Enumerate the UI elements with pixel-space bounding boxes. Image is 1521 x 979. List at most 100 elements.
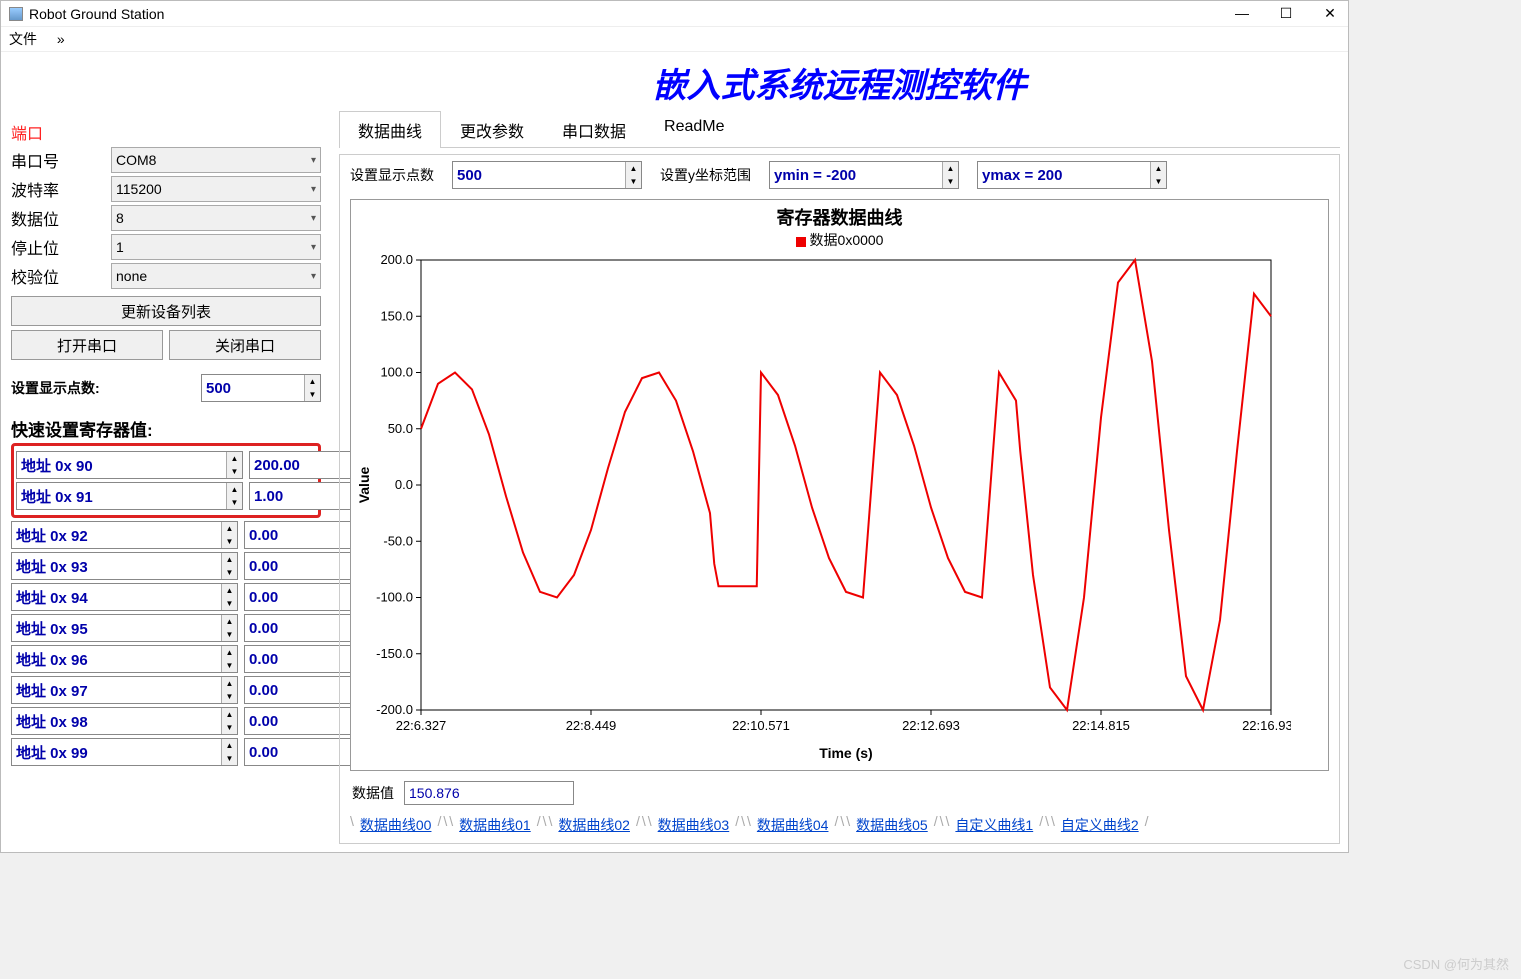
register-addr-spin[interactable]: ▲▼	[11, 676, 238, 704]
spin-up-icon[interactable]: ▲	[222, 677, 237, 690]
parity-select[interactable]: none▾	[111, 263, 321, 289]
spin-down-icon[interactable]: ▼	[222, 566, 237, 579]
spin-up-icon[interactable]: ▲	[222, 584, 237, 597]
bottom-tab-1[interactable]: 数据曲线01	[455, 813, 535, 837]
app-window: Robot Ground Station — ☐ ✕ 文件 » 端口 串口号 C…	[0, 0, 1349, 853]
register-addr-input[interactable]	[17, 452, 226, 478]
register-row: ▲▼▲▼	[11, 676, 321, 704]
open-port-button[interactable]: 打开串口	[11, 330, 163, 360]
tab-3[interactable]: ReadMe	[645, 111, 743, 148]
ymin-spin[interactable]: ▲▼	[769, 161, 959, 189]
spin-up-icon[interactable]: ▲	[222, 646, 237, 659]
register-addr-spin[interactable]: ▲▼	[11, 707, 238, 735]
tab-1[interactable]: 更改参数	[441, 111, 543, 148]
display-points-spin[interactable]: ▲▼	[201, 374, 321, 402]
window-title: Robot Ground Station	[29, 6, 164, 22]
spin-down-icon[interactable]: ▼	[222, 535, 237, 548]
plot-svg[interactable]: -200.0-150.0-100.0-50.00.050.0100.0150.0…	[351, 250, 1291, 770]
register-row: ▲▼▲▼	[16, 451, 316, 479]
spin-down-icon[interactable]: ▼	[305, 388, 320, 401]
register-row: ▲▼▲▼	[11, 738, 321, 766]
bottom-tab-6[interactable]: 自定义曲线1	[951, 813, 1037, 837]
spin-up-icon[interactable]: ▲	[227, 452, 242, 465]
close-port-button[interactable]: 关闭串口	[169, 330, 321, 360]
register-addr-input[interactable]	[17, 483, 226, 509]
tab-0[interactable]: 数据曲线	[339, 111, 441, 148]
minimize-button[interactable]: —	[1232, 5, 1252, 22]
tab-2[interactable]: 串口数据	[543, 111, 645, 148]
bottom-tab-0[interactable]: 数据曲线00	[356, 813, 436, 837]
baud-select[interactable]: 115200▾	[111, 176, 321, 202]
stopbits-select[interactable]: 1▾	[111, 234, 321, 260]
data-value-input[interactable]	[404, 781, 574, 805]
register-addr-input[interactable]	[12, 615, 221, 641]
spin-up-icon[interactable]: ▲	[943, 162, 958, 175]
bottom-tab-7[interactable]: 自定义曲线2	[1057, 813, 1143, 837]
spin-down-icon[interactable]: ▼	[626, 175, 641, 188]
register-addr-input[interactable]	[12, 553, 221, 579]
register-addr-input[interactable]	[12, 646, 221, 672]
register-addr-input[interactable]	[12, 739, 221, 765]
spin-up-icon[interactable]: ▲	[222, 522, 237, 535]
spin-down-icon[interactable]: ▼	[222, 721, 237, 734]
close-button[interactable]: ✕	[1320, 5, 1340, 22]
watermark: CSDN @何为其然	[1403, 954, 1509, 973]
bottom-tab-5[interactable]: 数据曲线05	[852, 813, 932, 837]
svg-text:200.0: 200.0	[380, 252, 413, 267]
register-addr-spin[interactable]: ▲▼	[11, 614, 238, 642]
register-row: ▲▼▲▼	[11, 645, 321, 673]
spin-down-icon[interactable]: ▼	[222, 628, 237, 641]
chevron-down-icon: ▾	[311, 242, 316, 253]
spin-up-icon[interactable]: ▲	[305, 375, 320, 388]
register-addr-spin[interactable]: ▲▼	[16, 482, 243, 510]
spin-down-icon[interactable]: ▼	[222, 690, 237, 703]
svg-text:-150.0: -150.0	[376, 646, 413, 661]
register-addr-spin[interactable]: ▲▼	[11, 521, 238, 549]
tabs-bottom: \数据曲线00/\\数据曲线01/\\数据曲线02/\\数据曲线03/\\数据曲…	[340, 811, 1339, 843]
bottom-tab-3[interactable]: 数据曲线03	[654, 813, 734, 837]
maximize-button[interactable]: ☐	[1276, 5, 1296, 22]
serial-select[interactable]: COM8▾	[111, 147, 321, 173]
spin-up-icon[interactable]: ▲	[227, 483, 242, 496]
highlighted-registers: ▲▼▲▼▲▼▲▼	[11, 443, 321, 518]
menu-file[interactable]: 文件	[9, 31, 37, 47]
register-addr-spin[interactable]: ▲▼	[11, 645, 238, 673]
menu-more[interactable]: »	[57, 31, 65, 47]
spin-down-icon[interactable]: ▼	[222, 597, 237, 610]
page-title: 嵌入式系统远程测控软件	[339, 58, 1340, 107]
spin-up-icon[interactable]: ▲	[222, 615, 237, 628]
register-addr-spin[interactable]: ▲▼	[11, 583, 238, 611]
ymax-spin[interactable]: ▲▼	[977, 161, 1167, 189]
register-addr-spin[interactable]: ▲▼	[11, 738, 238, 766]
spin-down-icon[interactable]: ▼	[222, 659, 237, 672]
svg-text:50.0: 50.0	[388, 421, 413, 436]
spin-down-icon[interactable]: ▼	[943, 175, 958, 188]
display-points-input[interactable]	[202, 375, 304, 401]
register-row: ▲▼▲▼	[16, 482, 316, 510]
spin-down-icon[interactable]: ▼	[222, 752, 237, 765]
spin-up-icon[interactable]: ▲	[222, 708, 237, 721]
register-addr-input[interactable]	[12, 584, 221, 610]
register-addr-input[interactable]	[12, 677, 221, 703]
spin-up-icon[interactable]: ▲	[1151, 162, 1166, 175]
chart-points-spin[interactable]: ▲▼	[452, 161, 642, 189]
register-addr-spin[interactable]: ▲▼	[16, 451, 243, 479]
bottom-tab-2[interactable]: 数据曲线02	[554, 813, 634, 837]
spin-up-icon[interactable]: ▲	[626, 162, 641, 175]
titlebar: Robot Ground Station — ☐ ✕	[1, 1, 1348, 27]
register-addr-input[interactable]	[12, 522, 221, 548]
spin-down-icon[interactable]: ▼	[1151, 175, 1166, 188]
spin-down-icon[interactable]: ▼	[227, 465, 242, 478]
spin-up-icon[interactable]: ▲	[222, 553, 237, 566]
plot-legend: 数据0x0000	[351, 230, 1328, 250]
refresh-devices-button[interactable]: 更新设备列表	[11, 296, 321, 326]
chevron-down-icon: ▾	[311, 184, 316, 195]
plot-box: 寄存器数据曲线 数据0x0000 -200.0-150.0-100.0-50.0…	[350, 199, 1329, 771]
spin-down-icon[interactable]: ▼	[227, 496, 242, 509]
register-addr-spin[interactable]: ▲▼	[11, 552, 238, 580]
bottom-tab-4[interactable]: 数据曲线04	[753, 813, 833, 837]
databits-select[interactable]: 8▾	[111, 205, 321, 231]
register-addr-input[interactable]	[12, 708, 221, 734]
svg-text:22:14.815: 22:14.815	[1072, 718, 1130, 733]
spin-up-icon[interactable]: ▲	[222, 739, 237, 752]
